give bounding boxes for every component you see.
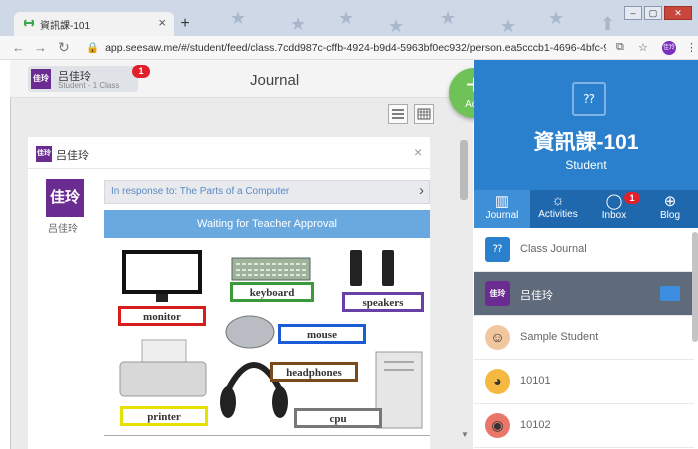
monitor-label: monitor — [118, 306, 206, 326]
headphones-label: headphones — [270, 362, 358, 382]
mouse-label: mouse — [278, 324, 366, 344]
forward-icon[interactable]: → — [34, 40, 47, 55]
response-text: In response to: The Parts of a Computer — [111, 186, 290, 197]
list-item-label: 10102 — [520, 419, 551, 431]
class-title: 資訊課-101 — [533, 131, 639, 154]
close-window-button[interactable]: ✕ — [664, 6, 692, 20]
user-role: Student - 1 Class — [58, 81, 120, 90]
minimize-button[interactable]: – — [624, 6, 642, 20]
globe-icon: ⊕ — [663, 193, 677, 210]
post-author-name: 吕佳玲 — [56, 150, 89, 162]
list-icon — [392, 109, 404, 119]
user-switcher[interactable]: 佳玲 吕佳玲 Student - 1 Class — [28, 66, 138, 92]
post-author-avatar: 佳玲 — [36, 146, 52, 162]
window-controls: – ▢ ✕ — [624, 6, 692, 22]
lightbulb-icon: ☼ — [551, 192, 565, 209]
notification-badge: 1 — [132, 65, 150, 78]
speakers-label: speakers — [342, 292, 424, 312]
chevron-right-icon: › — [419, 182, 424, 199]
tab-journal[interactable]: ▥ Journal — [474, 190, 530, 228]
star-decoration: ★ — [440, 8, 457, 28]
browser-toolbar: ← → ↻ 🔒 app.seesaw.me/#/student/feed/clas… — [0, 36, 698, 60]
translate-icon[interactable]: ⧉ — [616, 41, 624, 54]
tab-close-icon[interactable]: × — [158, 15, 166, 30]
tab-activities-label: Activities — [538, 209, 578, 220]
page-title: Journal — [250, 72, 300, 89]
maximize-button[interactable]: ▢ — [644, 6, 662, 20]
list-view-button[interactable] — [388, 104, 408, 124]
close-post-icon[interactable]: × — [414, 144, 422, 160]
octopus-avatar-icon: ◉ — [485, 413, 510, 438]
list-item-label: 10101 — [520, 375, 551, 387]
sample-student-avatar-icon: ☺ — [485, 325, 510, 350]
tab-blog[interactable]: ⊕ Blog — [642, 190, 698, 228]
response-link[interactable]: In response to: The Parts of a Computer … — [104, 180, 430, 204]
star-decoration: ★ — [230, 8, 247, 28]
bookmark-star-icon[interactable]: ☆ — [638, 41, 648, 54]
scroll-down-icon[interactable]: ▼ — [461, 430, 469, 439]
star-decoration: ★ — [500, 16, 517, 36]
post-card-header: 佳玲 吕佳玲 × — [28, 137, 430, 169]
star-decoration: ★ — [548, 8, 565, 28]
star-decoration: ★ — [338, 8, 355, 28]
student-avatar: 佳玲 — [485, 281, 510, 306]
class-journal-icon: ⁇ — [485, 237, 510, 262]
class-icon: ⁇ — [572, 82, 606, 116]
list-item-label: 吕佳玲 — [520, 290, 553, 302]
worksheet-image: monitor keyboard speakers mouse printer … — [104, 240, 430, 437]
post-avatar: 佳玲 — [46, 179, 84, 217]
lock-icon: 🔒 — [86, 42, 100, 54]
up-arrow-decoration: ⬆ — [600, 14, 616, 34]
book-icon: ▥ — [494, 193, 510, 210]
address-bar[interactable]: 🔒 app.seesaw.me/#/student/feed/class.7cdd… — [86, 39, 606, 57]
list-item-label: Sample Student — [520, 331, 599, 343]
list-item-10101[interactable]: ◕ 10101 — [474, 360, 694, 404]
grid-view-button[interactable] — [414, 104, 434, 124]
feed-scrollbar[interactable] — [460, 140, 468, 200]
keyboard-label: keyboard — [230, 282, 314, 302]
tab-activities[interactable]: ☼ Activities — [530, 190, 586, 228]
tab-blog-label: Blog — [659, 210, 680, 221]
star-decoration: ★ — [290, 14, 307, 34]
user-avatar: 佳玲 — [31, 69, 51, 89]
seesaw-favicon-icon — [24, 19, 34, 27]
post-avatar-name: 吕佳玲 — [48, 224, 78, 235]
back-icon[interactable]: ← — [12, 40, 25, 55]
list-item-student-selected[interactable]: 佳玲 吕佳玲 — [474, 272, 694, 316]
url-text: app.seesaw.me/#/student/feed/class.7cdd9… — [105, 42, 606, 54]
tab-title: 資訊課-101 — [40, 21, 91, 32]
folder-icon[interactable] — [660, 286, 680, 301]
class-tabs: ▥ Journal ☼ Activities ◯ Inbox ⊕ Blog 1 — [474, 190, 698, 228]
printer-label: printer — [120, 406, 208, 426]
profile-avatar[interactable]: 佳玲 — [662, 41, 676, 55]
student-list-scrollbar[interactable] — [692, 232, 698, 342]
list-item-label: Class Journal — [520, 243, 587, 255]
class-subtitle: Student — [565, 158, 607, 172]
cpu-label: cpu — [294, 408, 382, 428]
list-item-sample-student[interactable]: ☺ Sample Student — [474, 316, 694, 360]
reload-icon[interactable]: ↻ — [58, 39, 70, 56]
list-item-10102[interactable]: ◉ 10102 — [474, 404, 694, 448]
browser-tab[interactable]: 資訊課-101 × — [14, 12, 174, 36]
inbox-badge: 1 — [624, 192, 640, 204]
approval-status-banner: Waiting for Teacher Approval — [104, 210, 430, 238]
grid-icon — [417, 108, 431, 120]
list-item-class-journal[interactable]: ⁇ Class Journal — [474, 228, 694, 272]
star-decoration: ★ — [388, 16, 405, 36]
new-tab-button[interactable]: + — [176, 15, 194, 33]
tiger-avatar-icon: ◕ — [485, 369, 510, 394]
tab-inbox-label: Inbox — [601, 210, 627, 221]
menu-icon[interactable]: ⋮ — [686, 41, 697, 54]
class-header-panel: ⁇ 資訊課-101 Student — [474, 60, 698, 190]
tab-journal-label: Journal — [485, 210, 519, 221]
